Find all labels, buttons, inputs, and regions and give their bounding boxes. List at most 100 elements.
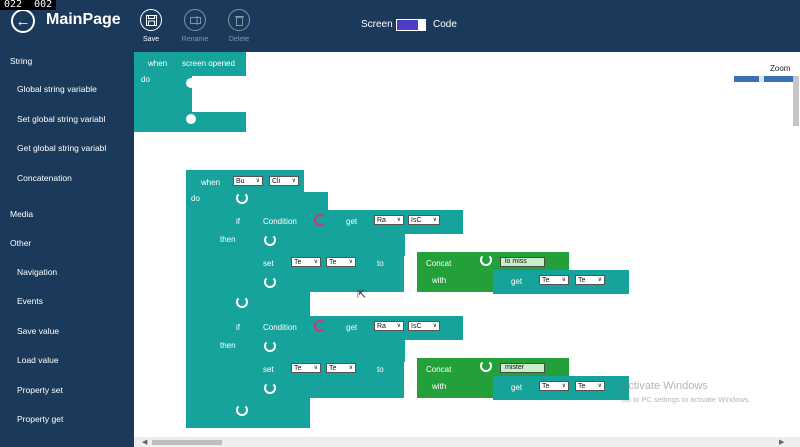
get2-property-dropdown[interactable]: Te ∨ [575, 381, 605, 391]
vertical-scrollbar[interactable] [793, 76, 799, 126]
if1-condition-socket-icon [314, 214, 326, 226]
right-counter: 002 [34, 0, 53, 10]
delete-button[interactable]: Delete [219, 9, 259, 43]
if2-condition-socket-icon [314, 320, 326, 332]
mouse-cursor-icon: ⇱ [357, 289, 367, 301]
recorder-counter: 022 002 [0, 0, 57, 10]
get2-get-label: get [511, 383, 523, 392]
horizontal-scrollbar[interactable]: ◀ ▶ [134, 437, 800, 447]
sidebar-item-concatenation[interactable]: Concatenation [17, 173, 72, 183]
event1-do-label: do [141, 75, 150, 84]
sidebar-item-get-global-string[interactable]: Get global string variabl [17, 143, 106, 153]
code-canvas[interactable]: Zoom when screen opened do when Bu ∨ Cli ∨… [134, 52, 800, 447]
code-mode-label: Code [433, 19, 457, 30]
save-button[interactable]: Save [131, 9, 171, 43]
get1-component-dropdown[interactable]: Te ∨ [539, 275, 569, 285]
event2-event-dropdown[interactable]: Cli ∨ [269, 176, 299, 186]
get1-property-dropdown[interactable]: Te ∨ [575, 275, 605, 285]
concat2-with-label: with [432, 382, 447, 391]
concat1-with-label: with [432, 276, 447, 285]
if1-component-dropdown[interactable]: Ra ∨ [374, 215, 404, 225]
concat1-label: Concat [426, 259, 452, 268]
if2-then-hook-icon [264, 340, 276, 352]
if1-get-label: get [346, 217, 358, 226]
delete-label: Delete [228, 36, 250, 43]
activate-windows-subtitle: Go to PC settings to activate Windows. [621, 395, 751, 404]
toggle-knob[interactable] [418, 19, 425, 31]
zoom-slider[interactable] [734, 76, 794, 82]
event2-do-label: do [191, 194, 200, 203]
if1-property-dropdown[interactable]: IsC ∨ [408, 215, 440, 225]
trash-icon [228, 9, 250, 31]
set1-set-label: set [263, 259, 274, 268]
sidebar-item-load-value[interactable]: Load value [17, 355, 59, 365]
if1-end-hook-icon [236, 296, 248, 308]
sidebar-item-property-get[interactable]: Property get [17, 414, 63, 424]
zoom-label: Zoom [770, 64, 791, 73]
set2-to-label: to [377, 365, 384, 374]
sidebar-category-media[interactable]: Media [10, 209, 33, 219]
horizontal-scroll-thumb[interactable] [152, 440, 222, 445]
sidebar-category-string[interactable]: String [10, 56, 32, 66]
scroll-left-arrow-icon[interactable]: ◀ [142, 438, 147, 446]
set2-component-dropdown[interactable]: Te ∨ [291, 363, 321, 373]
sidebar-item-navigation[interactable]: Navigation [17, 267, 57, 277]
back-arrow-icon: ← [15, 12, 31, 30]
screen-mode-label: Screen [361, 19, 393, 30]
if2-property-dropdown[interactable]: IsC ∨ [408, 321, 440, 331]
left-counter: 022 [4, 0, 23, 10]
if2-if-label: if [236, 323, 240, 332]
sidebar-item-events[interactable]: Events [17, 296, 43, 306]
if2-component-dropdown[interactable]: Ra ∨ [374, 321, 404, 331]
event1-name-label: screen opened [182, 59, 235, 68]
zoom-slider-thumb[interactable] [758, 76, 764, 82]
concat2-hook-icon [480, 360, 492, 372]
event2-component-dropdown[interactable]: Bu ∨ [233, 176, 263, 186]
if1-condition-label: Condition [263, 217, 297, 226]
sidebar-item-save-value[interactable]: Save value [17, 326, 59, 336]
event-block-button-click-do [186, 192, 328, 212]
set1-to-label: to [377, 259, 384, 268]
concat2-label: Concat [426, 365, 452, 374]
save-icon [140, 9, 162, 31]
event1-socket [186, 78, 196, 88]
event1-socket-bottom [186, 114, 196, 124]
rename-icon [184, 9, 206, 31]
if2-condition-label: Condition [263, 323, 297, 332]
sidebar-item-global-string-variable[interactable]: Global string variable [17, 84, 97, 94]
set-block-1-footer [254, 292, 310, 300]
get1-get-label: get [511, 277, 523, 286]
set2-hook-icon [264, 382, 276, 394]
sidebar-category-other[interactable]: Other [10, 238, 31, 248]
set1-hook-icon [264, 276, 276, 288]
set1-property-dropdown[interactable]: Te ∨ [326, 257, 356, 267]
scroll-right-arrow-icon[interactable]: ▶ [779, 438, 784, 446]
event2-hook-icon [236, 192, 248, 204]
event2-end-hook-icon [236, 404, 248, 416]
activate-windows-title: Activate Windows [621, 380, 708, 392]
if2-then-label: then [220, 341, 236, 350]
event2-when-label: when [201, 178, 221, 187]
if1-then-hook-icon [264, 234, 276, 246]
if1-if-label: if [236, 217, 240, 226]
if1-then-label: then [220, 235, 236, 244]
save-label: Save [143, 36, 159, 43]
screen-code-toggle[interactable] [396, 19, 426, 31]
back-button[interactable]: ← [11, 9, 35, 33]
set2-set-label: set [263, 365, 274, 374]
sidebar-item-property-set[interactable]: Property set [17, 385, 63, 395]
if2-get-label: get [346, 323, 358, 332]
set2-property-dropdown[interactable]: Te ∨ [326, 363, 356, 373]
concat1-text-literal[interactable]: lo miss [500, 257, 545, 267]
rename-button[interactable]: Rename [175, 9, 215, 43]
page-title: MainPage [46, 11, 121, 28]
concat1-hook-icon [480, 254, 492, 266]
sidebar-item-set-global-string[interactable]: Set global string variabl [17, 114, 105, 124]
rename-label: Rename [181, 36, 209, 43]
get2-component-dropdown[interactable]: Te ∨ [539, 381, 569, 391]
set1-component-dropdown[interactable]: Te ∨ [291, 257, 321, 267]
top-bar: ← MainPage Save Rename Delete Screen Cod… [0, 0, 800, 52]
concat2-text-literal[interactable]: mister [500, 363, 545, 373]
event1-when-label: when [148, 59, 168, 68]
block-palette-sidebar: String Global string variable Set global… [0, 52, 134, 447]
